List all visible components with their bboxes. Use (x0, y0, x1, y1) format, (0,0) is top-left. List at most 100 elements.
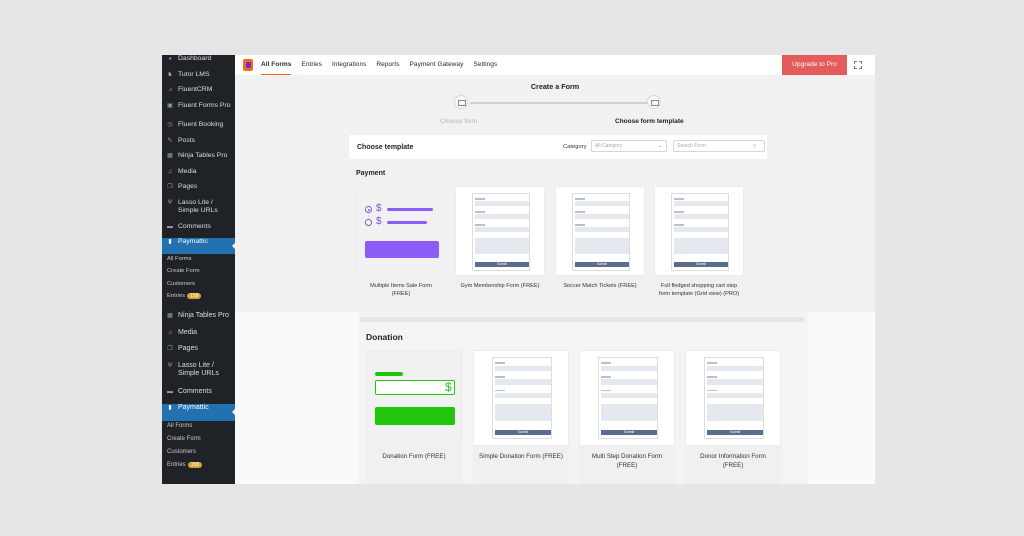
sidebar-item-fluent-booking[interactable]: ◷ Fluent Booking (162, 121, 235, 137)
sidebar-item-pages[interactable]: ❐ Pages (162, 345, 235, 362)
sidebar-item-pages[interactable]: ❐ Pages (162, 183, 235, 199)
submenu-label: Entries (167, 462, 186, 469)
tab-payment-gateway[interactable]: Payment Gateway (410, 55, 464, 75)
choose-template-step-icon (647, 95, 661, 109)
sidebar-item-lasso-lite-simple-urls[interactable]: Ψ Lasso Lite / Simple URLs (162, 199, 235, 223)
submenu-customers[interactable]: Customers (162, 447, 235, 460)
sidebar-item-comments[interactable]: ▬ Comments (162, 388, 235, 405)
field-input-line (674, 227, 728, 232)
template-name: Simple Donation Form (FREE) (479, 453, 563, 460)
template-preview: Submit (455, 186, 545, 276)
template-card[interactable]: Submit Gym Membership Form (FREE) (455, 186, 545, 312)
lasso-icon: Ψ (167, 199, 173, 206)
template-chooser-header: Choose template Category All Category ⌄ … (349, 135, 767, 159)
field-input-line (475, 227, 529, 232)
submenu-customers[interactable]: Customers (162, 279, 235, 292)
field-input-line (475, 214, 529, 219)
field-label-line (475, 224, 485, 226)
form-preview: Submit (472, 193, 530, 271)
field-label-line (600, 376, 612, 378)
search-input[interactable]: Search Form ⌕ (673, 140, 765, 152)
sidebar-item-label: FluentCRM (178, 86, 213, 93)
comments-icon: ▬ (167, 223, 173, 230)
step-choose-template: Choose form template (615, 118, 684, 125)
upgrade-to-pro-button[interactable]: Upgrade to Pro (782, 55, 847, 75)
sidebar-item-paymattic[interactable]: ▮ Paymattic (162, 404, 236, 421)
template-card[interactable]: Submit Soccer Match Tickets (FREE) (555, 186, 645, 312)
entries-count-badge: 158 (187, 293, 202, 299)
paymattic-icon: ▮ (168, 405, 172, 411)
option-line (387, 208, 433, 211)
lasso-icon: Ψ (167, 362, 173, 369)
sidebar-item-dashboard[interactable]: ◕ Dashboard (162, 55, 235, 71)
sidebar-item-label: Posts (178, 136, 195, 144)
tab-all-forms[interactable]: All Forms (261, 55, 292, 75)
donate-button-block (375, 407, 455, 425)
submenu-create-form[interactable]: Create Form (162, 266, 235, 279)
sidebar-item-ninja-tables-pro[interactable]: ▦ Ninja Tables Pro (162, 152, 235, 168)
submenu-entries[interactable]: Entries 158 (162, 291, 235, 304)
field-input-line (494, 365, 552, 371)
sidebar-item-label: Lasso Lite / Simple URLs (178, 361, 219, 377)
tutor-lms-icon: ♞ (167, 71, 173, 78)
field-label-line (600, 389, 612, 392)
category-select[interactable]: All Category ⌄ (591, 140, 667, 152)
paymattic-logo (243, 59, 253, 71)
sidebar-item-fluentcrm[interactable]: ⩘ FluentCRM (162, 86, 235, 102)
field-label-line (706, 376, 718, 378)
sidebar-item-media[interactable]: ♫ Media (162, 329, 235, 346)
submenu-label: Create Form (167, 435, 201, 442)
field-label-line (475, 211, 485, 213)
step-choose-form[interactable]: Choose form (440, 118, 477, 125)
tab-reports[interactable]: Reports (376, 55, 399, 75)
template-card[interactable]: Submit Simple Donation Form (FREE) (473, 350, 569, 484)
sidebar-item-paymattic[interactable]: ▮ Paymattic (162, 238, 236, 254)
sidebar-item-media[interactable]: ♫ Media (162, 168, 235, 184)
template-card[interactable]: $ $ Multiple Items Sale Form (FREE) (356, 186, 446, 312)
template-preview: $ $ (356, 186, 446, 276)
amount-input (375, 380, 455, 395)
form-preview: Submit (703, 357, 765, 440)
category-label: Category (563, 144, 587, 150)
template-card[interactable]: Submit Full fledged shopping cart step fo… (654, 186, 744, 312)
search-placeholder: Search Form (677, 143, 706, 149)
submenu-all-forms[interactable]: All Forms (162, 254, 235, 267)
radio-dot (367, 208, 370, 211)
submenu-all-forms[interactable]: All Forms (162, 421, 235, 434)
sidebar-item-tutor-lms[interactable]: ♞ Tutor LMS (162, 71, 235, 87)
template-card[interactable]: Submit Multi Step Donation Form (FREE) (579, 350, 675, 484)
sidebar-item-posts[interactable]: ✎ Posts (162, 137, 235, 153)
tab-settings[interactable]: Settings (473, 55, 497, 75)
form-preview: Submit (572, 193, 630, 271)
admin-sidebar: ◕ Dashboard ♞ Tutor LMS ⩘ FluentCRM ▣ Fluent Fo… (162, 55, 236, 312)
dollar-icon: $ (445, 380, 452, 394)
field-input-line (706, 365, 764, 371)
field-input-line (575, 214, 629, 219)
sidebar-item-lasso-lite-simple-urls[interactable]: Ψ Lasso Lite / Simple URLs (162, 362, 235, 388)
template-card[interactable]: Submit Donor Information Form (FREE) (685, 350, 781, 484)
submenu-create-form[interactable]: Create Form (162, 434, 235, 447)
tab-entries[interactable]: Entries (301, 55, 322, 75)
ninja-tables-icon: ▦ (167, 153, 173, 159)
sidebar-item-comments[interactable]: ▬ Comments (162, 223, 235, 239)
sidebar-item-label: Comments (178, 222, 211, 230)
comments-icon: ▬ (167, 388, 173, 395)
chooser-title: Choose template (357, 144, 414, 151)
sidebar-item-label: Tutor LMS (178, 70, 210, 78)
main-content: All Forms Entries Integrations Reports P… (235, 55, 875, 312)
submenu-entries[interactable]: Entries 158 (162, 460, 235, 473)
template-name: Donation Form (FREE) (382, 453, 446, 460)
template-name: Multi Step Donation Form (FREE) (591, 453, 663, 469)
sidebar-item-fluent-forms-pro[interactable]: ▣ Fluent Forms Pro (162, 102, 235, 118)
sidebar-item-label: Ninja Tables Pro (178, 312, 229, 319)
sidebar-item-label: Dashboard (178, 55, 212, 62)
sidebar-item-ninja-tables-pro[interactable]: ▦ Ninja Tables Pro (162, 312, 235, 329)
field-input-line (600, 379, 658, 385)
donation-section-title: Donation (366, 332, 403, 342)
template-card[interactable]: $ Donation Form (FREE) (366, 350, 462, 484)
tab-integrations[interactable]: Integrations (332, 55, 366, 75)
sidebar-item-label: Media (178, 167, 197, 175)
preview-submit-button: Submit (600, 429, 658, 435)
template-preview: Submit (473, 350, 569, 446)
fullscreen-icon[interactable] (854, 61, 862, 69)
